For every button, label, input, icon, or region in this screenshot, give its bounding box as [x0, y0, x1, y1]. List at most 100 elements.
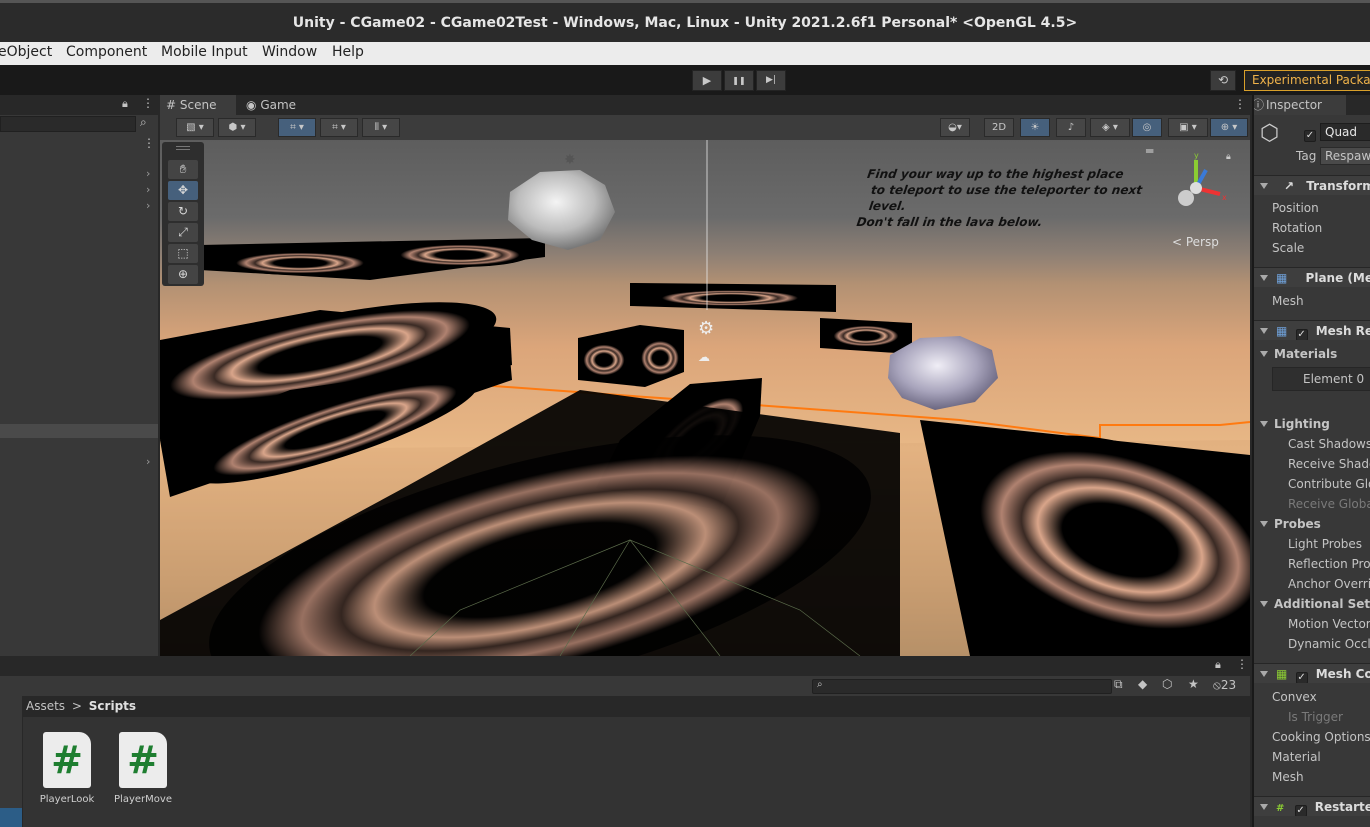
pause-icon: ❚❚: [732, 76, 746, 85]
chevron-right-icon[interactable]: ›: [146, 183, 150, 196]
component-mesh-renderer[interactable]: ▦ ✓ Mesh Renderer: [1254, 320, 1370, 340]
lock-icon[interactable]: 🔒︎: [122, 97, 128, 111]
draw-mode-dropdown[interactable]: ▧ ▾: [176, 118, 214, 137]
kebab-menu-icon[interactable]: ⋮: [1234, 97, 1246, 111]
project-assets-area: Assets > Scripts # PlayerLook # PlayerMo…: [23, 696, 1250, 827]
component-mesh-collider[interactable]: ▦ ✓ Mesh Collider: [1254, 663, 1370, 683]
toggle-2d-button[interactable]: 2D: [984, 118, 1014, 137]
object-name-field[interactable]: Quad: [1320, 123, 1370, 141]
hint-line-2: to teleport to use the teleporter to nex…: [867, 183, 1143, 213]
scale-tool-button[interactable]: ⤢: [168, 223, 198, 242]
project-toolbar: ⌕ ⧉ ◆ ⬡ ★ ⦸23: [0, 676, 1250, 696]
mesh-collider-enabled-checkbox[interactable]: ✓: [1295, 672, 1308, 683]
component-restarter[interactable]: # ✓ Restarter: [1254, 796, 1370, 816]
search-mode-icon[interactable]: ⌕: [140, 115, 147, 130]
ruler-dropdown[interactable]: ⫴ ▾: [362, 118, 400, 137]
move-tool-button[interactable]: ✥: [168, 181, 198, 200]
undo-history-button[interactable]: ⟲: [1210, 70, 1236, 91]
project-panel-header: 🔒︎ ⋮: [0, 656, 1250, 676]
component-transform[interactable]: ↗ Transform: [1254, 175, 1370, 195]
hierarchy-selected-row[interactable]: [0, 424, 158, 438]
lighting-foldout[interactable]: Lighting: [1254, 414, 1370, 434]
rect-tool-button[interactable]: ⬚: [168, 244, 198, 263]
scale-icon: ⤢: [178, 225, 188, 239]
tab-scene-label: Scene: [179, 98, 217, 112]
pause-button[interactable]: ❚❚: [724, 70, 754, 91]
probes-foldout[interactable]: Probes: [1254, 514, 1370, 534]
render-mode-dropdown[interactable]: ⬢ ▾: [218, 118, 256, 137]
search-by-type-icon[interactable]: ⧉: [1114, 677, 1123, 692]
cloud-gizmo-icon[interactable]: ☁: [698, 350, 710, 364]
lock-icon[interactable]: 🔒︎: [1215, 658, 1221, 672]
kebab-menu-icon[interactable]: ⋮: [1236, 657, 1248, 671]
menu-gameobject[interactable]: eObject: [0, 44, 52, 60]
sphere-icon: ◒▾: [948, 122, 962, 133]
sun-gizmo-icon[interactable]: ⚙: [698, 318, 714, 339]
play-icon: ▶: [702, 74, 712, 87]
shading-mode-dropdown[interactable]: ◒▾: [940, 118, 970, 137]
speaker-icon: ♪: [1067, 122, 1075, 133]
scene-visibility-toggle[interactable]: ◎: [1132, 118, 1162, 137]
hidden-packages-toggle[interactable]: ⦸23: [1213, 678, 1236, 693]
play-button[interactable]: ▶: [692, 70, 722, 91]
hand-tool-button[interactable]: ✋︎: [168, 160, 198, 179]
orientation-gizmo[interactable]: y x: [1168, 150, 1228, 220]
snap-increment-dropdown[interactable]: ⌗ ▾: [320, 118, 358, 137]
breadcrumb-scripts[interactable]: Scripts: [89, 699, 136, 713]
restarter-enabled-checkbox[interactable]: ✓: [1294, 805, 1307, 816]
search-by-label-icon[interactable]: ◆: [1138, 677, 1147, 691]
drag-handle[interactable]: [176, 146, 190, 150]
menu-mobile-input[interactable]: Mobile Input: [161, 44, 248, 60]
window-title-bar: Unity - CGame02 - CGame02Test - Windows,…: [0, 0, 1370, 42]
menu-help[interactable]: Help: [332, 44, 364, 60]
tab-scene[interactable]: # Scene: [160, 95, 236, 115]
additional-settings-foldout[interactable]: Additional Settings: [1254, 594, 1370, 614]
asset-label: PlayerLook: [39, 794, 95, 805]
star-icon[interactable]: ★: [1188, 677, 1199, 691]
audio-toggle[interactable]: ♪: [1056, 118, 1086, 137]
menu-component[interactable]: Component: [66, 44, 147, 60]
asset-playermove[interactable]: # PlayerMove: [107, 732, 179, 805]
breadcrumb-assets[interactable]: Assets: [26, 699, 65, 713]
element-0-field[interactable]: Element 0: [1272, 367, 1370, 391]
active-checkbox[interactable]: ✓: [1304, 125, 1316, 142]
gizmo-lock-icon[interactable]: 🔒︎: [1226, 152, 1231, 162]
chevron-right-icon[interactable]: ›: [146, 199, 150, 212]
mesh-renderer-enabled-checkbox[interactable]: ✓: [1295, 329, 1308, 340]
tab-game[interactable]: ◉ Game: [240, 95, 310, 115]
projection-label[interactable]: < Persp: [1172, 235, 1219, 249]
tag-label: Tag: [1296, 149, 1317, 163]
component-mesh-filter[interactable]: ▦ Plane (Mesh Filter): [1254, 267, 1370, 287]
hint-line-3: Don't fall in the lava below.: [855, 215, 1044, 229]
level-hint-text: Find your way up to the highest place to…: [856, 166, 1159, 230]
menu-window[interactable]: Window: [262, 44, 317, 60]
folder-tree-selected-item[interactable]: [0, 808, 22, 827]
chevron-right-icon[interactable]: ›: [146, 455, 150, 468]
camera-dropdown[interactable]: ▣ ▾: [1168, 118, 1208, 137]
asset-playerlook[interactable]: # PlayerLook: [31, 732, 103, 805]
step-button[interactable]: ▶|: [756, 70, 786, 91]
grid-snap-toggle[interactable]: ⌗ ▾: [278, 118, 316, 137]
gizmos-dropdown[interactable]: ⊕ ▾: [1210, 118, 1248, 137]
hierarchy-search-input[interactable]: [0, 116, 136, 132]
scene-viewport[interactable]: ✋︎ ✥ ↻ ⤢ ⬚ ⊕ Find your way up to the hig…: [160, 140, 1250, 656]
effects-dropdown[interactable]: ◈ ▾: [1090, 118, 1130, 137]
tag-dropdown[interactable]: Respawn: [1320, 147, 1370, 165]
gizmo-menu-icon[interactable]: ═: [1146, 144, 1153, 158]
project-search-input[interactable]: ⌕: [812, 679, 1112, 694]
transform-tool-button[interactable]: ⊕: [168, 265, 198, 284]
tab-inspector[interactable]: ⓘ Inspector: [1254, 95, 1346, 115]
chevron-right-icon[interactable]: ›: [146, 167, 150, 180]
scene-options-icon[interactable]: ⋮: [143, 136, 155, 150]
convex-label: Convex: [1272, 690, 1317, 704]
kebab-menu-icon[interactable]: ⋮: [142, 96, 154, 110]
tag-icon[interactable]: ⬡: [1162, 677, 1172, 691]
experimental-packages-button[interactable]: Experimental Packages: [1244, 70, 1370, 91]
rotate-tool-button[interactable]: ↻: [168, 202, 198, 221]
gizmo-icon: ⊕ ▾: [1220, 122, 1238, 133]
grid-icon: #: [166, 98, 177, 112]
lighting-toggle[interactable]: ☀: [1020, 118, 1050, 137]
probes-label: Probes: [1274, 517, 1321, 531]
materials-foldout[interactable]: Materials: [1254, 344, 1370, 364]
light-gizmo-icon[interactable]: ✸: [564, 152, 576, 168]
